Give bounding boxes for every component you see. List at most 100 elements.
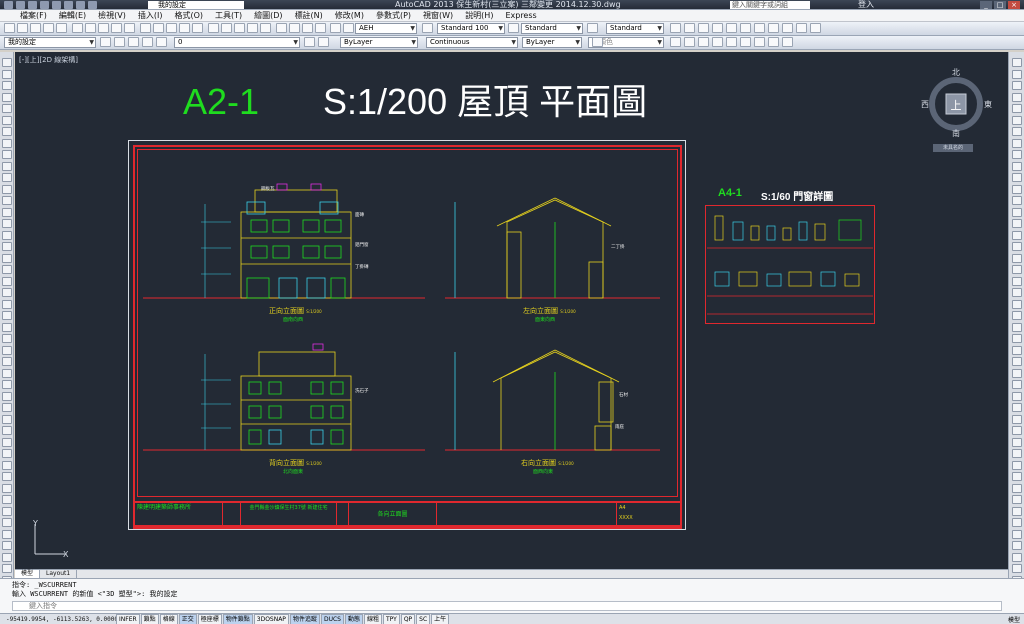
draw-tool-icon[interactable]: [2, 127, 12, 136]
modify-tool-icon[interactable]: [1012, 472, 1022, 481]
draw-tool-icon[interactable]: [2, 506, 12, 516]
modify-tool-icon[interactable]: [1012, 529, 1022, 539]
status-toggle[interactable]: 3DOSNAP: [253, 613, 289, 624]
view-cube[interactable]: 上 北 南 東 西: [920, 66, 992, 138]
toolbar-button-icon[interactable]: [30, 23, 41, 33]
draw-tool-icon[interactable]: [2, 414, 12, 424]
toolbar-button-icon[interactable]: [768, 23, 779, 33]
menu-item[interactable]: 插入(I): [132, 10, 169, 22]
modify-tool-icon[interactable]: [1012, 541, 1022, 550]
menu-item[interactable]: 格式(O): [168, 10, 209, 22]
menu-item[interactable]: 說明(H): [459, 10, 499, 22]
draw-tool-icon[interactable]: [2, 219, 12, 228]
draw-tool-icon[interactable]: [2, 472, 12, 481]
toolbar-button-icon[interactable]: [289, 23, 300, 33]
toolbar-button-icon[interactable]: [782, 23, 793, 33]
menu-item[interactable]: 參數式(P): [370, 10, 417, 22]
draw-tool-icon[interactable]: [2, 552, 12, 562]
draw-tool-icon[interactable]: [2, 276, 12, 286]
modify-tool-icon[interactable]: [1012, 345, 1022, 355]
status-toggle[interactable]: 物件追蹤: [289, 613, 320, 624]
modify-tool-icon[interactable]: [1012, 552, 1022, 562]
toolbar-button-icon[interactable]: [670, 23, 681, 33]
toolbar-button-icon[interactable]: [684, 23, 695, 33]
toolbar-button-icon[interactable]: [234, 23, 245, 33]
toolbar-button-icon[interactable]: [17, 23, 28, 33]
wcs-menu[interactable]: 未具名的: [933, 144, 973, 152]
toolbar-button-icon[interactable]: [343, 23, 354, 33]
draw-tool-icon[interactable]: [2, 311, 12, 320]
draw-tool-icon[interactable]: [2, 334, 12, 343]
draw-tool-icon[interactable]: [2, 345, 12, 355]
status-toggle[interactable]: 線粗: [363, 613, 382, 624]
dim-style-dropdown[interactable]: Standard 100 ▼: [437, 23, 505, 34]
draw-tool-icon[interactable]: [2, 69, 12, 79]
toolbar-button-icon[interactable]: [153, 23, 164, 33]
toolbar-button-icon[interactable]: [670, 37, 681, 47]
toolbar-button-icon[interactable]: [179, 23, 190, 33]
toolbar-button-icon[interactable]: [166, 23, 177, 33]
toolbar-button-icon[interactable]: [260, 23, 271, 33]
toolbar-button-icon[interactable]: [782, 37, 793, 47]
toolbar-button-icon[interactable]: [740, 37, 751, 47]
modify-tool-icon[interactable]: [1012, 161, 1022, 171]
toolbar-button-icon[interactable]: [698, 37, 709, 47]
modify-tool-icon[interactable]: [1012, 265, 1022, 274]
modify-tool-icon[interactable]: [1012, 138, 1022, 148]
toolbar-button-icon[interactable]: [592, 37, 603, 47]
modify-tool-icon[interactable]: [1012, 276, 1022, 286]
modify-tool-icon[interactable]: [1012, 311, 1022, 320]
modify-tool-icon[interactable]: [1012, 564, 1022, 573]
draw-tool-icon[interactable]: [2, 391, 12, 401]
toolbar-button-icon[interactable]: [810, 23, 821, 33]
search-input[interactable]: 鍵入關鍵字或詞組: [730, 1, 810, 9]
modify-tool-icon[interactable]: [1012, 115, 1022, 125]
modify-tool-icon[interactable]: [1012, 322, 1022, 332]
layer-dropdown[interactable]: 0 ▼: [174, 37, 300, 48]
toolbar-button-icon[interactable]: [684, 37, 695, 47]
status-toggle[interactable]: 格線: [159, 613, 178, 624]
mleader-style-dropdown[interactable]: Standard ▼: [606, 23, 664, 34]
status-toggle[interactable]: 極座標: [197, 613, 222, 624]
lineweight-dropdown[interactable]: ByLayer ▼: [522, 37, 582, 48]
toolbar-button-icon[interactable]: [56, 23, 67, 33]
save-as-icon[interactable]: [52, 1, 61, 9]
menu-item[interactable]: 修改(M): [329, 10, 370, 22]
toolbar-button-icon[interactable]: [114, 37, 125, 47]
toolbar-button-icon[interactable]: [768, 37, 779, 47]
draw-tool-icon[interactable]: [2, 253, 12, 263]
status-toggle[interactable]: QP: [400, 613, 416, 624]
toolbar-button-icon[interactable]: [726, 37, 737, 47]
workspace-select[interactable]: 我的設定 ▼: [4, 37, 96, 48]
modify-tool-icon[interactable]: [1012, 69, 1022, 79]
status-toggle[interactable]: INFER: [116, 613, 140, 624]
toolbar-button-icon[interactable]: [247, 23, 258, 33]
draw-tool-icon[interactable]: [2, 495, 12, 504]
modify-tool-icon[interactable]: [1012, 230, 1022, 240]
status-toggle[interactable]: 上午: [431, 613, 450, 624]
toolbar-button-icon[interactable]: [302, 23, 313, 33]
menu-item[interactable]: 繪圖(D): [248, 10, 288, 22]
modify-tool-icon[interactable]: [1012, 299, 1022, 309]
tab-layout1[interactable]: Layout1: [40, 570, 78, 578]
toolbar-button-icon[interactable]: [111, 23, 122, 33]
draw-tool-icon[interactable]: [2, 115, 12, 125]
maximize-icon[interactable]: □: [994, 1, 1006, 9]
draw-tool-icon[interactable]: [2, 437, 12, 447]
toolbar-button-icon[interactable]: [796, 23, 807, 33]
draw-tool-icon[interactable]: [2, 322, 12, 332]
modify-tool-icon[interactable]: [1012, 173, 1022, 182]
modify-tool-icon[interactable]: [1012, 357, 1022, 366]
status-toggle[interactable]: TPY: [383, 613, 400, 624]
modify-tool-icon[interactable]: [1012, 483, 1022, 493]
modify-tool-icon[interactable]: [1012, 253, 1022, 263]
minimize-icon[interactable]: _: [980, 1, 992, 9]
open-file-icon[interactable]: [28, 1, 37, 9]
modify-tool-icon[interactable]: [1012, 58, 1022, 67]
draw-tool-icon[interactable]: [2, 58, 12, 67]
draw-tool-icon[interactable]: [2, 483, 12, 493]
modify-tool-icon[interactable]: [1012, 150, 1022, 159]
drawing-canvas[interactable]: [-][上][2D 線架構] A2-1 S:1/200 屋頂 平面圖 正向立面圖…: [15, 52, 1008, 569]
toolbar-button-icon[interactable]: [726, 23, 737, 33]
toolbar-button-icon[interactable]: [140, 23, 151, 33]
